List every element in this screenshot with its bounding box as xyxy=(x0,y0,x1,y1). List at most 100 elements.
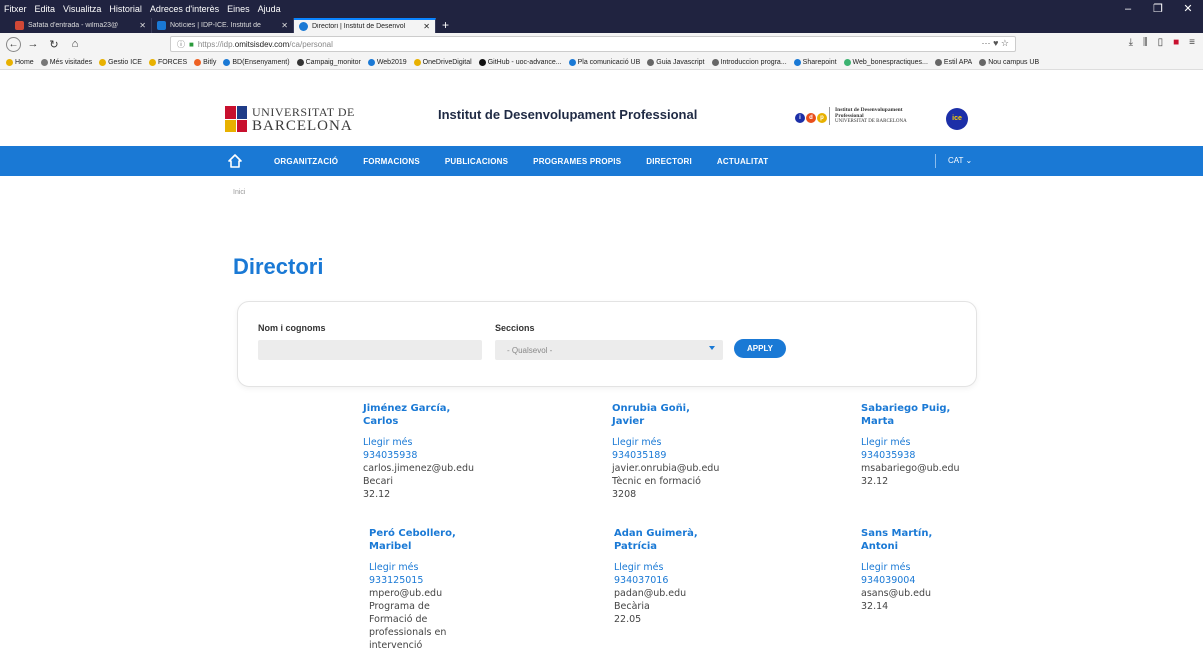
menu-view[interactable]: Visualitza xyxy=(63,4,101,14)
url-bar[interactable]: ⓘ ■ https://idp. omitsisdev.com/ca/person… xyxy=(170,36,1016,52)
url-path: /ca/personal xyxy=(289,39,333,49)
person-phone[interactable]: 934039004 xyxy=(861,574,1011,587)
read-more-link[interactable]: Llegir més xyxy=(363,436,513,449)
person-name[interactable]: Peró Cebollero, Maribel xyxy=(369,527,479,553)
bookmark-item[interactable]: Campaig_monitor xyxy=(296,58,361,66)
reload-icon[interactable]: ↻ xyxy=(45,38,63,51)
read-more-link[interactable]: Llegir més xyxy=(614,561,764,574)
person-name[interactable]: Sans Martín, Antoni xyxy=(861,527,971,553)
tab-gmail[interactable]: Safata d'entrada - wilma23@ ✕ xyxy=(10,18,152,33)
menu-file[interactable]: Fitxer xyxy=(4,4,27,14)
bookmark-item[interactable]: Web2019 xyxy=(367,58,407,66)
site-icon xyxy=(299,22,308,31)
bookmark-item[interactable]: Gestio ICE xyxy=(99,58,142,66)
menu-icon[interactable]: ≡ xyxy=(1189,37,1195,48)
tab-strip: Safata d'entrada - wilma23@ ✕ Notícies |… xyxy=(0,17,1203,33)
person-room: 32.12 xyxy=(363,489,391,500)
bookmark-item[interactable]: BD(Ensenyament) xyxy=(223,58,290,66)
tab-directori[interactable]: Directori | Institut de Desenvol ✕ xyxy=(294,18,436,33)
sidebar-icon[interactable]: ▯ xyxy=(1158,37,1164,48)
read-more-link[interactable]: Llegir més xyxy=(861,436,1011,449)
read-more-link[interactable]: Llegir més xyxy=(861,561,1011,574)
bookmark-item[interactable]: Pla comunicació UB xyxy=(568,58,640,66)
extension-icon[interactable]: ■ xyxy=(1173,37,1179,48)
person-room: 32.14 xyxy=(861,601,889,612)
menu-help[interactable]: Ajuda xyxy=(258,4,281,14)
bookmark-item[interactable]: GitHub - uoc-advance... xyxy=(478,58,562,66)
menu-tools[interactable]: Eines xyxy=(227,4,250,14)
info-icon[interactable]: ⓘ xyxy=(177,39,185,50)
person-room: 22.05 xyxy=(614,614,642,625)
person-phone[interactable]: 934035938 xyxy=(861,449,1011,462)
close-tab-icon[interactable]: ✕ xyxy=(281,21,288,30)
ice-logo[interactable]: ice xyxy=(946,108,968,130)
bookmark-item[interactable]: Home xyxy=(6,58,34,66)
nav-directori[interactable]: DIRECTORI xyxy=(646,157,692,166)
read-more-link[interactable]: Llegir més xyxy=(369,561,519,574)
menu-bookmarks[interactable]: Adreces d'interès xyxy=(150,4,219,14)
menu-history[interactable]: Historial xyxy=(109,4,142,14)
person-email: msabariego@ub.edu xyxy=(861,463,960,474)
ub-logo[interactable]: UNIVERSITAT DE BARCELONA xyxy=(225,105,355,134)
bookmark-item[interactable]: Guia Javascript xyxy=(647,58,705,66)
more-icon[interactable]: ··· xyxy=(982,38,991,48)
bookmark-item[interactable]: Introduccion progra... xyxy=(711,58,787,66)
forward-icon[interactable]: → xyxy=(24,38,42,50)
tab-title: Directori | Institut de Desenvol xyxy=(312,23,406,30)
bookmark-item[interactable]: Estil APA xyxy=(934,58,972,66)
person-phone[interactable]: 934037016 xyxy=(614,574,764,587)
close-tab-icon[interactable]: ✕ xyxy=(423,22,430,31)
language-selector[interactable]: CAT ⌄ xyxy=(948,156,972,165)
person-card: Onrubia Goñi, Javier Llegir més 93403518… xyxy=(612,402,762,501)
person-phone[interactable]: 934035189 xyxy=(612,449,762,462)
mail-icon xyxy=(15,21,24,30)
person-name[interactable]: Jiménez García, Carlos xyxy=(363,402,473,428)
bookmark-item[interactable]: Més visitades xyxy=(40,58,92,66)
nav-programes-propis[interactable]: PROGRAMES PROPIS xyxy=(533,157,621,166)
person-name[interactable]: Onrubia Goñi, Javier xyxy=(612,402,722,428)
menu-edit[interactable]: Edita xyxy=(35,4,56,14)
idp-logo-icon: idp xyxy=(795,113,827,123)
new-tab-icon[interactable]: + xyxy=(442,18,449,33)
bookmark-item[interactable]: Sharepoint xyxy=(793,58,837,66)
nav-publicacions[interactable]: PUBLICACIONS xyxy=(445,157,508,166)
breadcrumb[interactable]: Inici xyxy=(233,189,245,196)
person-role: Tècnic en formació xyxy=(612,476,701,487)
person-name[interactable]: Sabariego Puig, Marta xyxy=(861,402,971,428)
window-controls: – ❐ ✕ xyxy=(1113,0,1203,17)
back-icon[interactable]: ← xyxy=(6,36,21,52)
ub-logo-line1: UNIVERSITAT DE xyxy=(252,105,355,119)
library-icon[interactable]: ⫼ xyxy=(1143,37,1148,48)
ub-logo-line2: BARCELONA xyxy=(252,118,353,134)
pocket-icon[interactable]: ♥ xyxy=(993,38,998,48)
ub-shield-icon xyxy=(225,106,247,132)
name-search-input[interactable] xyxy=(258,340,482,360)
person-phone[interactable]: 933125015 xyxy=(369,574,519,587)
home-icon[interactable] xyxy=(228,154,242,168)
home-icon[interactable]: ⌂ xyxy=(66,38,84,50)
apply-button[interactable]: APPLY xyxy=(734,339,786,358)
bookmark-item[interactable]: Nou campus UB xyxy=(979,58,1039,66)
star-icon[interactable]: ☆ xyxy=(1001,38,1009,48)
site-header: UNIVERSITAT DE BARCELONA Institut de Des… xyxy=(0,71,1203,146)
download-icon[interactable]: ⤓ xyxy=(1129,37,1133,48)
read-more-link[interactable]: Llegir més xyxy=(612,436,762,449)
close-window-icon[interactable]: ✕ xyxy=(1173,2,1203,15)
section-select[interactable]: - Qualsevol - xyxy=(495,340,723,360)
bookmark-item[interactable]: Web_bonespractiques... xyxy=(843,58,928,66)
nav-organitzacio[interactable]: ORGANITZACIÓ xyxy=(274,157,338,166)
maximize-icon[interactable]: ❐ xyxy=(1143,2,1173,15)
browser-navbar: ← → ↻ ⌂ ⓘ ■ https://idp. omitsisdev.com/c… xyxy=(0,33,1203,55)
url-host: omitsisdev.com xyxy=(234,39,290,49)
bookmark-item[interactable]: FORCES xyxy=(148,58,187,66)
tab-noticies[interactable]: Notícies | IDP-ICE. Institut de ✕ xyxy=(152,18,294,33)
person-room: 32.12 xyxy=(861,476,889,487)
nav-formacions[interactable]: FORMACIONS xyxy=(363,157,420,166)
minimize-icon[interactable]: – xyxy=(1113,3,1143,15)
person-phone[interactable]: 934035938 xyxy=(363,449,513,462)
nav-actualitat[interactable]: ACTUALITAT xyxy=(717,157,768,166)
person-name[interactable]: Adan Guimerà, Patrícia xyxy=(614,527,724,553)
bookmark-item[interactable]: OneDriveDigital xyxy=(413,58,472,66)
bookmark-item[interactable]: Bitly xyxy=(194,58,216,66)
close-tab-icon[interactable]: ✕ xyxy=(139,21,146,30)
